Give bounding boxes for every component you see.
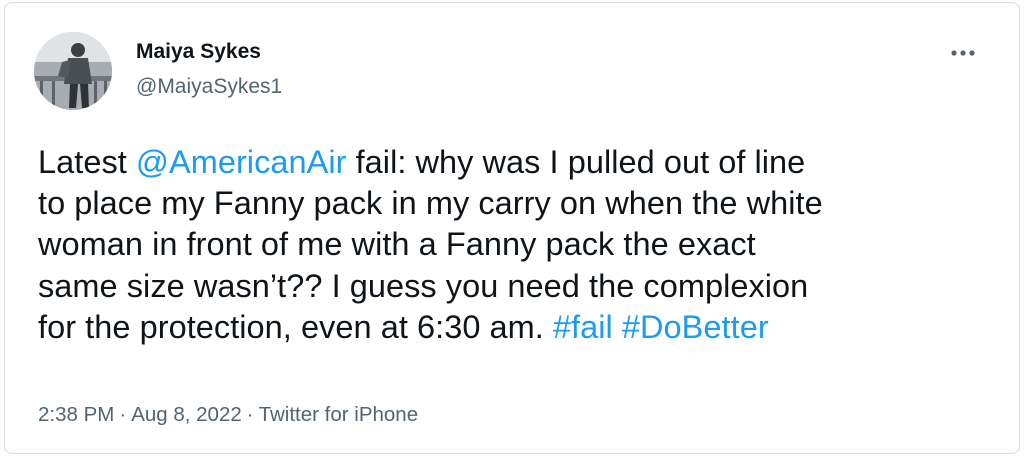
user-handle[interactable]: @MaiyaSykes1 [136, 74, 282, 100]
user-info: Maiya Sykes @MaiyaSykes1 [136, 39, 282, 100]
tweet-line-4: same size wasn’t?? I guess you need the … [38, 267, 809, 304]
tweet-line-2: to place my Fanny pack in my carry on wh… [38, 185, 823, 222]
avatar[interactable] [34, 32, 112, 110]
profile-photo-icon [34, 32, 112, 110]
tweet-source[interactable]: Twitter for iPhone [259, 403, 419, 426]
tweet-text-segment: Latest [38, 144, 136, 180]
tweet-text: Latest @AmericanAir fail: why was I pull… [38, 142, 998, 348]
tweet-line-5: for the protection, even at 6:30 am. #fa… [38, 307, 998, 348]
hashtag-link-dobetter[interactable]: #DoBetter [622, 309, 769, 345]
tweet-date[interactable]: Aug 8, 2022 [131, 403, 242, 426]
display-name[interactable]: Maiya Sykes [136, 39, 282, 65]
tweet-text-segment: for the protection, even at 6:30 am. [38, 308, 553, 345]
tweet-metadata: 2:38 PM · Aug 8, 2022 · Twitter for iPhone [38, 401, 418, 429]
hashtag-link-fail[interactable]: #fail [553, 309, 613, 345]
tweet-text-segment: fail: why was I pulled out of line [346, 144, 806, 180]
tweet-line-1: Latest @AmericanAir fail: why was I pull… [38, 142, 998, 183]
separator-dot: · [119, 403, 127, 426]
tweet-card: Maiya Sykes @MaiyaSykes1 Latest @America… [4, 2, 1020, 454]
tweet-time[interactable]: 2:38 PM [38, 403, 114, 426]
more-horizontal-icon [951, 50, 975, 56]
more-options-button[interactable] [945, 41, 981, 65]
mention-link-americanair[interactable]: @AmericanAir [136, 144, 347, 180]
tweet-line-3: woman in front of me with a Fanny pack t… [38, 226, 756, 263]
tweet-text-space [613, 309, 622, 345]
separator-dot: · [246, 403, 254, 426]
